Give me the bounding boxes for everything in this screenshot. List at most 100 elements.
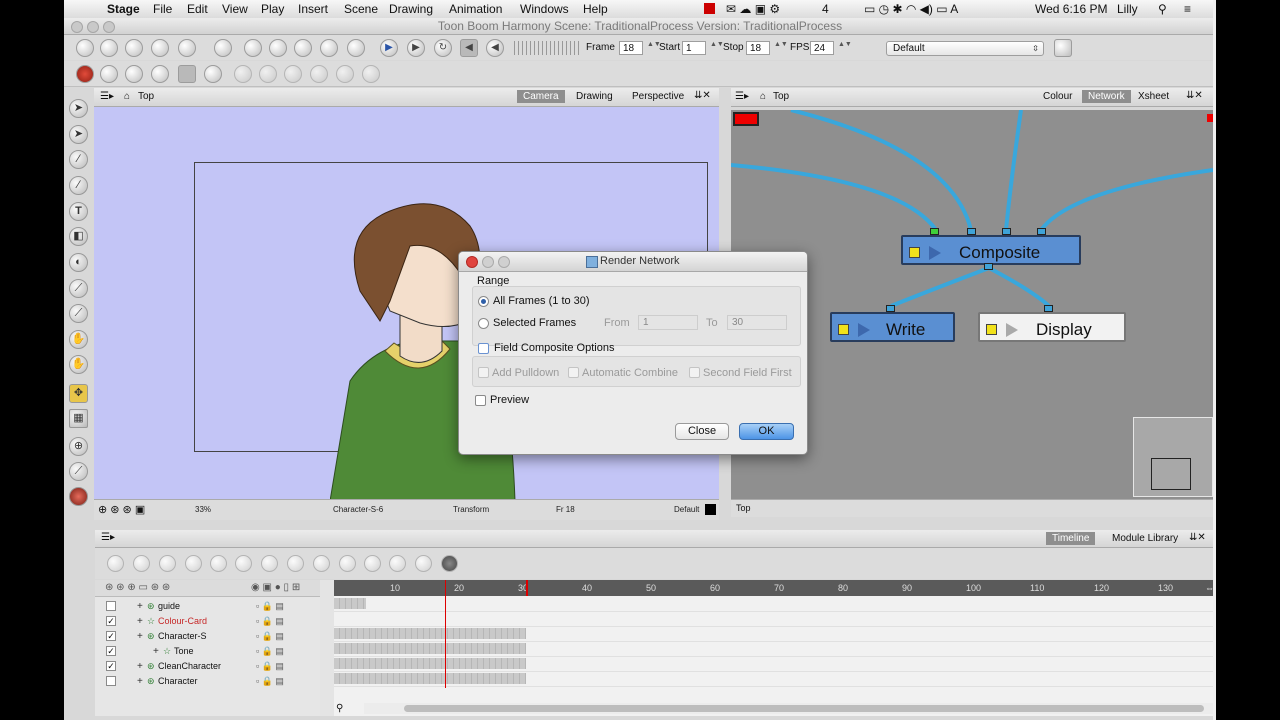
layer-lock-icon[interactable]: ▫ 🔒 ▤ xyxy=(256,644,284,659)
mask-icon[interactable] xyxy=(151,65,169,83)
status-icons[interactable]: ✉ ☁ ▣ ⚙ xyxy=(726,2,780,16)
timeline-scrollbar-thumb[interactable] xyxy=(404,705,1204,712)
set-ease-icon[interactable] xyxy=(313,555,330,572)
field-composite-checkbox[interactable] xyxy=(478,343,489,354)
layer-enable-checkbox[interactable]: ✓ xyxy=(106,616,116,626)
menu-drawing[interactable]: Drawing xyxy=(389,2,433,16)
menu-animation[interactable]: Animation xyxy=(449,2,502,16)
layer-row[interactable]: ✓ + ⊛ Character-S ▫ 🔒 ▤ xyxy=(95,629,320,644)
insert-blank-cell-icon[interactable] xyxy=(339,555,356,572)
network-navigator[interactable] xyxy=(1133,417,1213,497)
start-field[interactable]: 1 xyxy=(682,41,706,55)
adobe-icon[interactable] xyxy=(704,3,715,14)
tab-drawing[interactable]: Drawing xyxy=(570,90,619,103)
decrease-exposure-icon[interactable] xyxy=(415,555,432,572)
layer-enable-checkbox[interactable]: ✓ xyxy=(106,661,116,671)
exposure-cells[interactable] xyxy=(334,673,526,684)
add-keyframe-icon[interactable] xyxy=(159,555,176,572)
tool-b-icon[interactable] xyxy=(259,65,277,83)
menu-edit[interactable]: Edit xyxy=(187,2,208,16)
sound-scrub-icon[interactable]: ◀ xyxy=(486,39,504,57)
track-row[interactable] xyxy=(334,626,1213,642)
layer-enable-checkbox[interactable]: ✓ xyxy=(106,646,116,656)
save-all-icon[interactable] xyxy=(151,39,169,57)
frame-field[interactable]: 18 xyxy=(619,41,643,55)
tool-a-icon[interactable] xyxy=(234,65,252,83)
node-enable-icon[interactable] xyxy=(909,247,920,258)
expand-icon[interactable]: + xyxy=(137,629,143,644)
expand-icon[interactable]: + xyxy=(137,659,143,674)
tab-module-library[interactable]: Module Library xyxy=(1106,532,1184,545)
panel-close-icon[interactable]: ⇊✕ xyxy=(1189,532,1206,543)
extend-exposure-icon[interactable] xyxy=(364,555,381,572)
import-icon[interactable] xyxy=(178,39,196,57)
menu-play[interactable]: Play xyxy=(261,2,284,16)
layer-name[interactable]: Tone xyxy=(174,644,194,659)
status-tool-icons[interactable]: ⊕ ⊛ ⊛ ▣ xyxy=(98,503,145,516)
motion-keyframe-icon[interactable] xyxy=(210,555,227,572)
menu-file[interactable]: File xyxy=(153,2,172,16)
transform-tool-icon[interactable]: ✥ xyxy=(69,384,88,403)
track-row[interactable] xyxy=(334,611,1213,627)
all-frames-radio[interactable] xyxy=(478,296,489,307)
timeline-scrollbar[interactable] xyxy=(364,703,1213,714)
stop-field[interactable]: 18 xyxy=(746,41,770,55)
select-tool-icon[interactable]: ➤ xyxy=(69,99,88,118)
write-node[interactable]: Write xyxy=(830,312,955,342)
menu-windows[interactable]: Windows xyxy=(520,2,569,16)
increase-exposure-icon[interactable] xyxy=(389,555,406,572)
redo-icon[interactable] xyxy=(244,39,262,57)
automatic-combine-checkbox[interactable] xyxy=(568,367,579,378)
selected-frames-radio[interactable] xyxy=(478,318,489,329)
save-icon[interactable] xyxy=(125,39,143,57)
zoom-tool-icon[interactable]: ✋ xyxy=(69,355,88,374)
preset-dropdown[interactable]: Default ⇳ xyxy=(886,41,1044,56)
crop-tool-icon[interactable]: ▦ xyxy=(69,409,88,428)
composite-input-port[interactable] xyxy=(930,228,939,235)
user-name[interactable]: Lilly xyxy=(1117,2,1138,16)
preview-checkbox[interactable] xyxy=(475,395,486,406)
panel-close-icon[interactable]: ⇊✕ xyxy=(1186,90,1203,101)
composite-node[interactable]: Composite xyxy=(901,235,1081,265)
selected-frames-label[interactable]: Selected Frames xyxy=(493,317,576,329)
layer-name[interactable]: CleanCharacter xyxy=(158,659,221,674)
display-node[interactable]: Display xyxy=(978,312,1126,342)
layer-row[interactable]: + ⊛ guide ▫ 🔒 ▤ xyxy=(95,599,320,614)
preview-label[interactable]: Preview xyxy=(490,394,529,406)
scene-end-marker[interactable] xyxy=(526,580,528,596)
menu-app[interactable]: Stage xyxy=(107,2,140,16)
frame-stepper[interactable]: ▲▼ xyxy=(647,41,661,55)
spotlight-icon[interactable]: ⚲ xyxy=(1158,2,1167,16)
hand-tool-icon[interactable]: ✋ xyxy=(69,330,88,349)
menu-scene[interactable]: Scene xyxy=(344,2,378,16)
rotate-tool-icon[interactable]: ⊕ xyxy=(69,437,88,456)
new-scene-icon[interactable] xyxy=(76,39,94,57)
expand-icon[interactable]: + xyxy=(137,614,143,629)
layer-row[interactable]: ✓ + ☆ Tone ▫ 🔒 ▤ xyxy=(95,644,320,659)
add-drawing-layer-icon[interactable] xyxy=(107,555,124,572)
expand-icon[interactable]: + xyxy=(137,599,143,614)
panel-menu-icon[interactable]: ☰▸ xyxy=(735,91,749,102)
menu-view[interactable]: View xyxy=(222,2,248,16)
bone-tool-icon[interactable] xyxy=(69,487,88,506)
track-row[interactable] xyxy=(334,656,1213,672)
node-enable-icon[interactable] xyxy=(986,324,997,335)
copy-icon[interactable] xyxy=(294,39,312,57)
dialog-close-button[interactable] xyxy=(466,256,478,268)
remove-keyframe-icon[interactable] xyxy=(185,555,202,572)
panel-menu-icon[interactable]: ☰▸ xyxy=(101,532,115,543)
layer-enable-checkbox[interactable] xyxy=(106,676,116,686)
notification-icon[interactable]: ≡ xyxy=(1184,2,1191,16)
light-table-icon[interactable] xyxy=(100,65,118,83)
peg-node[interactable] xyxy=(733,112,759,126)
exposure-cells[interactable] xyxy=(334,643,526,654)
morph-tool-icon[interactable]: ⟋ xyxy=(69,462,88,481)
layer-row[interactable]: ✓ + ☆ Colour-Card ▫ 🔒 ▤ xyxy=(95,614,320,629)
start-stepper[interactable]: ▲▼ xyxy=(710,41,724,55)
tab-colour[interactable]: Colour xyxy=(1037,90,1078,103)
playhead[interactable] xyxy=(445,580,446,688)
playback-speed-slider[interactable] xyxy=(514,41,580,55)
composite-input-port[interactable] xyxy=(967,228,976,235)
add-peg-icon[interactable] xyxy=(133,555,150,572)
layer-name[interactable]: Character-S xyxy=(158,629,207,644)
